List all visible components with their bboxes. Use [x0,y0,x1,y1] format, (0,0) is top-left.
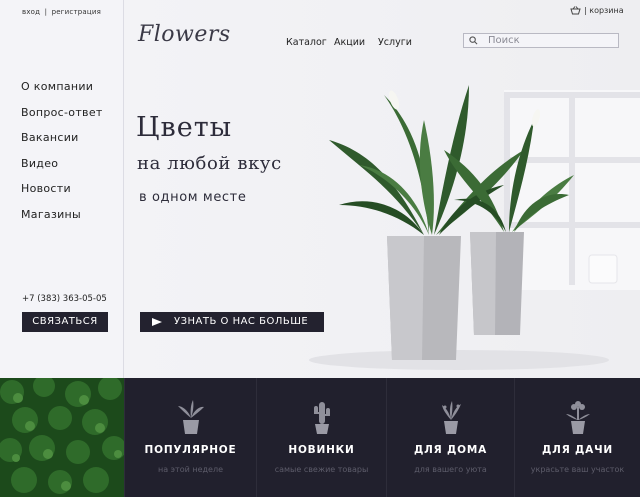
search-box[interactable] [463,33,619,48]
hero-subtitle: на любой вкус [137,153,282,174]
site-logo[interactable]: Flowers [138,22,231,47]
category-title: ДЛЯ ДАЧИ [542,444,613,456]
category-home[interactable]: ДЛЯ ДОМА для вашего уюта [386,378,514,497]
contact-button[interactable]: СВЯЗАТЬСЯ [22,312,108,332]
category-popular[interactable]: ПОПУЛЯРНОЕ на этой неделе [124,378,256,497]
category-subtitle: для вашего уюта [414,465,487,474]
category-new[interactable]: НОВИНКИ самые свежие товары [256,378,386,497]
category-subtitle: на этой неделе [157,465,223,474]
sidebar-item-news[interactable]: Новости [21,182,103,208]
cart-link[interactable]: | корзина [570,6,624,15]
learn-more-button[interactable]: УЗНАТЬ О НАС БОЛЬШЕ [140,312,324,332]
register-link[interactable]: регистрация [52,8,101,16]
menu-services[interactable]: Услуги [378,37,412,48]
sidebar-item-video[interactable]: Видео [21,157,103,183]
category-subtitle: украсьте ваш участок [530,465,625,474]
hero-tagline: в одном месте [139,190,247,205]
category-country[interactable]: ДЛЯ ДАЧИ украсьте ваш участок [514,378,640,497]
sidebar-item-shops[interactable]: Магазины [21,208,103,234]
category-title: ПОПУЛЯРНОЕ [144,444,237,456]
search-input[interactable] [488,34,616,47]
sidebar-item-vacancies[interactable]: Вакансии [21,131,103,157]
phone-number[interactable]: +7 (383) 363-05-05 [22,294,107,304]
basket-icon [570,6,581,15]
auth-links: вход | регистрация [22,8,101,16]
hero-title: Цветы [136,112,233,143]
auth-separator: | [44,8,48,16]
sidebar-item-faq[interactable]: Вопрос-ответ [21,106,103,132]
play-icon [152,318,162,326]
sidebar-nav: О компании Вопрос-ответ Вакансии Видео Н… [21,80,103,233]
category-subtitle: самые свежие товары [274,465,369,474]
sidebar: вход | регистрация О компании Вопрос-отв… [0,0,124,378]
menu-promotions[interactable]: Акции [334,37,365,48]
flower-pot-icon [565,401,590,434]
category-title: НОВИНКИ [288,444,355,456]
category-title: ДЛЯ ДОМА [413,444,488,456]
potted-plant-icon [177,400,204,434]
learn-more-label: УЗНАТЬ О НАС БОЛЬШЕ [174,316,309,327]
search-icon [469,36,478,45]
login-link[interactable]: вход [22,8,40,16]
menu-catalog[interactable]: Каталог [286,37,327,48]
sidebar-item-about[interactable]: О компании [21,80,103,106]
cactus-icon [313,402,330,434]
cart-label: | корзина [584,6,624,15]
house-plant-icon [441,401,461,434]
greenery-image [0,378,124,497]
